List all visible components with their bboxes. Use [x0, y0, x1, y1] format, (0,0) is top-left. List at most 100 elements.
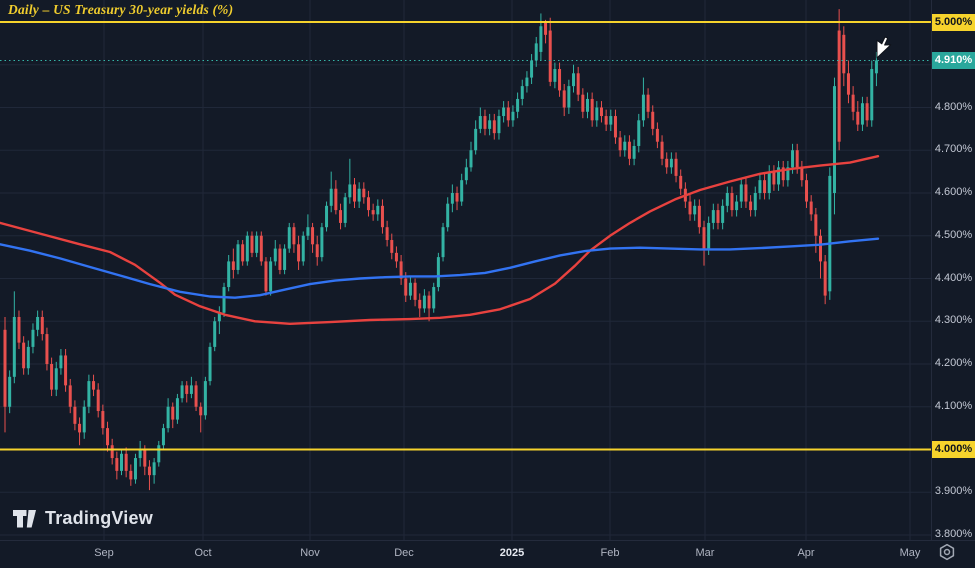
candle-body	[796, 150, 799, 167]
candle-body	[45, 334, 48, 364]
candle-body	[805, 180, 808, 201]
time-axis[interactable]: SepOctNovDec2025FebMarAprMay	[0, 540, 975, 568]
candle-body	[856, 112, 859, 125]
candle-body	[703, 227, 706, 248]
candle-body	[395, 253, 398, 262]
candle-body	[633, 146, 636, 159]
candle-body	[712, 210, 715, 223]
chart-canvas[interactable]	[0, 0, 931, 540]
price-tick-label: 4.500%	[932, 229, 975, 241]
price-tick-label: 3.800%	[932, 528, 975, 540]
tv-logo-icon	[13, 509, 38, 529]
candle-body	[838, 31, 841, 142]
candle-body	[362, 189, 365, 198]
candle-body	[344, 197, 347, 223]
tradingview-watermark[interactable]: TradingView	[13, 508, 153, 529]
candle-body	[670, 159, 673, 168]
candle-body	[17, 317, 20, 343]
candle-body	[749, 202, 752, 211]
candle-body	[162, 428, 165, 445]
candle-body	[59, 355, 62, 368]
candle-body	[404, 279, 407, 296]
candle-body	[428, 296, 431, 309]
candle-body	[372, 210, 375, 214]
candle-body	[870, 69, 873, 120]
candle-body	[292, 227, 295, 244]
candle-body	[716, 210, 719, 223]
candle-body	[129, 471, 132, 480]
candle-body	[106, 428, 109, 445]
candle-body	[283, 249, 286, 270]
candle-body	[83, 407, 86, 433]
cursor-icon	[876, 36, 894, 60]
candle-body	[502, 108, 505, 117]
price-tick-label: 4.800%	[932, 101, 975, 113]
candle-body	[223, 287, 226, 313]
candle-body	[143, 450, 146, 467]
candle-body	[232, 261, 235, 270]
price-axis[interactable]: 4.800%4.700%4.600%4.500%4.400%4.300%4.20…	[931, 0, 975, 540]
candle-body	[250, 236, 253, 253]
gear-icon[interactable]	[938, 543, 956, 561]
price-tick-label: 4.200%	[932, 357, 975, 369]
candle-body	[875, 60, 878, 73]
candle-body	[181, 385, 184, 398]
candle-body	[810, 202, 813, 215]
candle-body	[288, 227, 291, 248]
candle-body	[581, 95, 584, 112]
candle-body	[833, 86, 836, 193]
candle-body	[278, 249, 281, 270]
candle-body	[55, 368, 58, 389]
candle-body	[628, 142, 631, 159]
price-tick-label: 3.900%	[932, 485, 975, 497]
candle-body	[591, 99, 594, 120]
candle-body	[432, 287, 435, 308]
candle-body	[73, 407, 76, 424]
candle-body	[153, 462, 156, 475]
candle-body	[78, 424, 81, 433]
candle-body	[730, 193, 733, 210]
trading-chart-window: Daily – US Treasury 30-year yields (%) 4…	[0, 0, 975, 568]
candle-body	[376, 206, 379, 215]
candle-body	[497, 116, 500, 133]
candle-body	[525, 78, 528, 87]
candle-body	[553, 69, 556, 82]
candle-body	[814, 214, 817, 235]
candle-body	[577, 73, 580, 94]
candle-body	[558, 69, 561, 90]
candle-body	[530, 60, 533, 77]
candle-body	[763, 180, 766, 193]
candle-body	[539, 26, 542, 52]
candle-body	[414, 283, 417, 300]
price-badge: 4.000%	[932, 441, 975, 458]
candle-body	[609, 116, 612, 125]
candle-body	[726, 193, 729, 206]
candle-body	[115, 458, 118, 471]
candle-body	[111, 445, 114, 458]
candle-body	[861, 103, 864, 124]
price-tick-label: 4.300%	[932, 314, 975, 326]
candle-body	[535, 43, 538, 60]
candle-body	[4, 330, 7, 407]
candle-body	[619, 137, 622, 150]
candle-body	[246, 236, 249, 262]
candle-body	[507, 108, 510, 121]
candle-body	[390, 240, 393, 253]
time-tick-label: Oct	[181, 547, 225, 559]
candle-body	[474, 129, 477, 150]
chart-title: Daily – US Treasury 30-year yields (%)	[8, 2, 233, 18]
candle-body	[423, 296, 426, 309]
candle-body	[483, 116, 486, 129]
candle-body	[306, 227, 309, 236]
candle-body	[600, 108, 603, 117]
candle-body	[255, 236, 258, 253]
candle-body	[544, 22, 547, 35]
candle-body	[185, 385, 188, 394]
candle-body	[511, 112, 514, 121]
candle-body	[41, 317, 44, 334]
candle-body	[437, 257, 440, 287]
candle-body	[456, 193, 459, 202]
candle-body	[586, 99, 589, 112]
candle-body	[241, 244, 244, 261]
candle-body	[866, 103, 869, 120]
